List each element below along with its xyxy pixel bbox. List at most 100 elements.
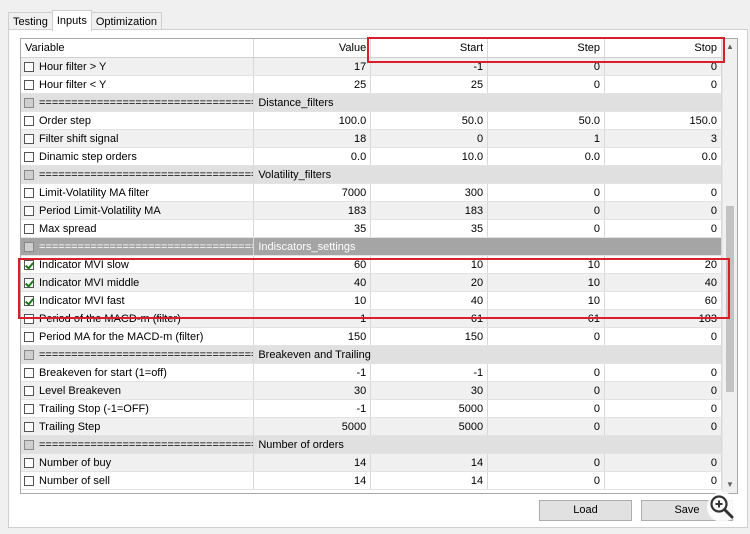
- variable-cell[interactable]: Hour filter < Y: [21, 75, 255, 94]
- table-row[interactable]: Level Breakeven 30 30 0 0: [21, 381, 722, 400]
- value-cell[interactable]: 183: [253, 201, 372, 220]
- start-cell[interactable]: 183: [370, 201, 489, 220]
- row-checkbox[interactable]: [24, 331, 34, 342]
- stop-cell[interactable]: 0: [604, 381, 722, 400]
- value-cell[interactable]: 18: [253, 129, 372, 148]
- column-header-value[interactable]: Value: [253, 39, 372, 58]
- stop-cell[interactable]: 183: [604, 309, 722, 328]
- value-cell[interactable]: 1: [253, 309, 372, 328]
- column-header-start[interactable]: Start: [370, 39, 489, 58]
- table-row[interactable]: Breakeven for start (1=off) -1 -1 0 0: [21, 363, 722, 382]
- variable-cell[interactable]: Breakeven for start (1=off): [21, 363, 255, 382]
- variable-cell[interactable]: Trailing Step: [21, 417, 255, 436]
- step-cell[interactable]: 0.0: [487, 147, 606, 166]
- variable-cell[interactable]: Filter shift signal: [21, 129, 255, 148]
- value-cell[interactable]: -1: [253, 399, 372, 418]
- value-cell[interactable]: 17: [253, 57, 372, 76]
- variable-cell[interactable]: Number of buy: [21, 453, 255, 472]
- stop-cell[interactable]: 60: [604, 291, 722, 310]
- value-cell[interactable]: -1: [253, 363, 372, 382]
- variable-cell[interactable]: Period of the MACD-m (filter): [21, 309, 255, 328]
- value-cell[interactable]: 10: [253, 291, 372, 310]
- step-cell[interactable]: 0: [487, 327, 606, 346]
- start-cell[interactable]: 30: [370, 381, 489, 400]
- step-cell[interactable]: 0: [487, 75, 606, 94]
- row-checkbox[interactable]: [24, 79, 34, 90]
- variable-cell[interactable]: Limit-Volatility MA filter: [21, 183, 255, 202]
- stop-cell[interactable]: 0.0: [604, 147, 722, 166]
- variable-cell[interactable]: Period MA for the MACD-m (filter): [21, 327, 255, 346]
- stop-cell[interactable]: 0: [604, 363, 722, 382]
- stop-cell[interactable]: 0: [604, 471, 722, 490]
- variable-cell[interactable]: Dinamic step orders: [21, 147, 255, 166]
- start-cell[interactable]: 300: [370, 183, 489, 202]
- row-checkbox[interactable]: [24, 151, 34, 162]
- stop-cell[interactable]: 0: [604, 219, 722, 238]
- value-cell[interactable]: 25: [253, 75, 372, 94]
- row-checkbox[interactable]: [24, 205, 34, 216]
- step-cell[interactable]: 10: [487, 291, 606, 310]
- section-separator-row[interactable]: ==================================... Dis…: [21, 93, 722, 112]
- start-cell[interactable]: 10.0: [370, 147, 489, 166]
- step-cell[interactable]: 0: [487, 183, 606, 202]
- stop-cell[interactable]: 40: [604, 273, 722, 292]
- value-cell[interactable]: 35: [253, 219, 372, 238]
- stop-cell[interactable]: 0: [604, 453, 722, 472]
- variable-cell[interactable]: Indicator MVI slow: [21, 255, 255, 274]
- value-cell[interactable]: 7000: [253, 183, 372, 202]
- variable-cell[interactable]: Hour filter > Y: [21, 57, 255, 76]
- step-cell[interactable]: 50.0: [487, 111, 606, 130]
- start-cell[interactable]: -1: [370, 363, 489, 382]
- stop-cell[interactable]: 0: [604, 57, 722, 76]
- load-button[interactable]: Load: [539, 500, 632, 521]
- row-checkbox[interactable]: [24, 259, 34, 270]
- step-cell[interactable]: 0: [487, 57, 606, 76]
- step-cell[interactable]: 0: [487, 453, 606, 472]
- table-row[interactable]: Period MA for the MACD-m (filter) 150 150 0…: [21, 327, 722, 346]
- row-checkbox[interactable]: [24, 421, 34, 432]
- stop-cell[interactable]: 150.0: [604, 111, 722, 130]
- step-cell[interactable]: 10: [487, 273, 606, 292]
- value-cell[interactable]: 60: [253, 255, 372, 274]
- tab-inputs[interactable]: Inputs: [51, 10, 92, 31]
- value-cell[interactable]: 5000: [253, 417, 372, 436]
- step-cell[interactable]: 0: [487, 399, 606, 418]
- start-cell[interactable]: -1: [370, 57, 489, 76]
- column-header-step[interactable]: Step: [487, 39, 606, 58]
- table-row[interactable]: Max spread 35 35 0 0: [21, 219, 722, 238]
- variable-cell[interactable]: Indicator MVI fast: [21, 291, 255, 310]
- start-cell[interactable]: 14: [370, 471, 489, 490]
- row-checkbox[interactable]: [24, 61, 34, 72]
- step-cell[interactable]: 0: [487, 219, 606, 238]
- variable-cell[interactable]: Period Limit-Volatility MA: [21, 201, 255, 220]
- row-checkbox[interactable]: [24, 187, 34, 198]
- table-row[interactable]: Hour filter < Y 25 25 0 0: [21, 75, 722, 94]
- stop-cell[interactable]: 0: [604, 327, 722, 346]
- table-row[interactable]: Dinamic step orders 0.0 10.0 0.0 0.0: [21, 147, 722, 166]
- start-cell[interactable]: 150: [370, 327, 489, 346]
- step-cell[interactable]: 0: [487, 363, 606, 382]
- stop-cell[interactable]: 20: [604, 255, 722, 274]
- table-row[interactable]: Filter shift signal 18 0 1 3: [21, 129, 722, 148]
- row-checkbox[interactable]: [24, 223, 34, 234]
- variable-cell[interactable]: Indicator MVI middle: [21, 273, 255, 292]
- row-checkbox[interactable]: [24, 403, 34, 414]
- column-header-stop[interactable]: Stop: [604, 39, 722, 58]
- scroll-up-arrow-icon[interactable]: ▲: [723, 39, 737, 55]
- row-checkbox[interactable]: [24, 133, 34, 144]
- step-cell[interactable]: 0: [487, 201, 606, 220]
- step-cell[interactable]: 0: [487, 471, 606, 490]
- vertical-scrollbar[interactable]: ▲ ▼: [722, 39, 737, 493]
- table-row[interactable]: Period Limit-Volatility MA 183 183 0 0: [21, 201, 722, 220]
- stop-cell[interactable]: 0: [604, 201, 722, 220]
- variable-cell[interactable]: Trailing Stop (-1=OFF): [21, 399, 255, 418]
- variable-cell[interactable]: Order step: [21, 111, 255, 130]
- start-cell[interactable]: 5000: [370, 399, 489, 418]
- row-checkbox[interactable]: [24, 457, 34, 468]
- table-row[interactable]: Number of sell 14 14 0 0: [21, 471, 722, 490]
- start-cell[interactable]: 5000: [370, 417, 489, 436]
- stop-cell[interactable]: 3: [604, 129, 722, 148]
- start-cell[interactable]: 50.0: [370, 111, 489, 130]
- value-cell[interactable]: 14: [253, 453, 372, 472]
- section-separator-row[interactable]: ==================================... Bre…: [21, 345, 722, 364]
